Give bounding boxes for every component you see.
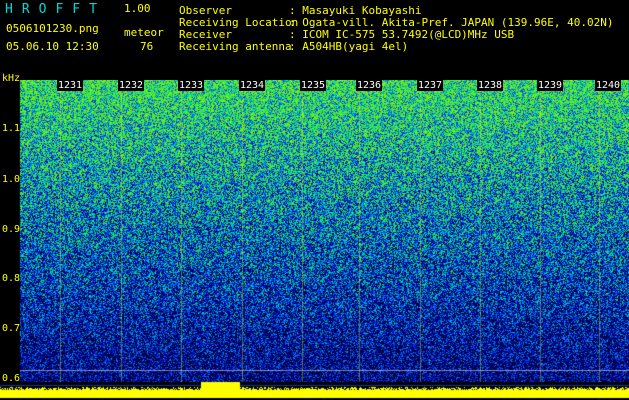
info-value-receiver: : ICOM IC-575 53.7492(@LCD)MHz USB xyxy=(289,28,515,41)
time-tick: 1233 xyxy=(178,80,205,91)
info-value-location: : Ogata-vill. Akita-Pref. JAPAN (139.96E… xyxy=(289,16,614,29)
y-tick: 0.7 xyxy=(2,323,21,334)
info-label-location: Receiving Location xyxy=(179,16,299,29)
time-tick: 1234 xyxy=(239,80,266,91)
time-tick: 1238 xyxy=(477,80,504,91)
spectrogram-canvas xyxy=(0,80,629,400)
datetime: 05.06.10 12:30 xyxy=(6,40,99,53)
y-tick: 0.8 xyxy=(2,273,21,284)
app-version: 1.00 xyxy=(124,2,151,15)
time-tick: 1239 xyxy=(537,80,564,91)
time-tick: 1235 xyxy=(300,80,327,91)
info-label-antenna: Receiving antenna xyxy=(179,40,292,53)
time-tick: 1240 xyxy=(595,80,622,91)
meteor-count: 76 xyxy=(140,40,154,53)
info-value-observer: : Masayuki Kobayashi xyxy=(289,4,422,17)
time-tick: 1231 xyxy=(57,80,84,91)
filename: 0506101230.png xyxy=(6,22,99,35)
info-value-antenna: : A504HB(yagi 4el) xyxy=(289,40,409,53)
app-title: HROFFT xyxy=(5,2,106,17)
y-tick: 0.9 xyxy=(2,224,21,235)
y-tick: 0.6 xyxy=(2,373,21,384)
header-panel: HROFFT 1.00 0506101230.png meteor 05.06.… xyxy=(0,0,629,80)
time-tick: 1232 xyxy=(118,80,145,91)
time-tick: 1236 xyxy=(356,80,383,91)
info-label-receiver: Receiver xyxy=(179,28,232,41)
info-label-observer: Observer xyxy=(179,4,232,17)
axis-unit: kHz xyxy=(2,73,21,84)
y-tick: 1.0 xyxy=(2,174,21,185)
mode-label: meteor xyxy=(124,26,164,39)
time-tick: 1237 xyxy=(417,80,444,91)
y-tick: 1.1 xyxy=(2,123,21,134)
